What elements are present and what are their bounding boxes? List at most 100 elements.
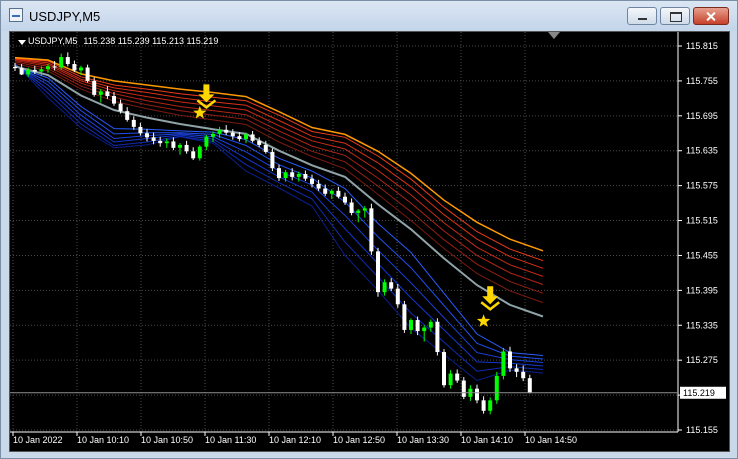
candle-body	[59, 57, 64, 68]
candle-body	[461, 380, 466, 397]
candle-body	[356, 210, 361, 213]
close-button[interactable]	[693, 7, 729, 25]
candle-body	[435, 321, 440, 353]
ema-fast-line	[14, 65, 544, 356]
price-tick-label: 115.275	[686, 355, 718, 365]
candle-body	[112, 96, 116, 104]
candle-body	[72, 64, 77, 71]
candle-body	[125, 111, 130, 120]
candle-body	[26, 69, 31, 75]
candle-body	[521, 371, 526, 379]
time-tick-label: 10 Jan 12:50	[333, 435, 385, 445]
ema-fast-line	[14, 65, 544, 360]
price-tick-label: 115.395	[686, 285, 718, 295]
candle-body	[211, 133, 215, 137]
candle-body	[428, 321, 433, 328]
candle-body	[105, 91, 110, 97]
candle-body	[527, 378, 532, 393]
price-tick-label: 115.755	[686, 76, 718, 86]
candle-body	[191, 151, 196, 159]
candle-body	[422, 327, 427, 332]
candle-body	[92, 80, 97, 95]
window-title: USDJPY,M5	[29, 9, 101, 24]
candlestick-chart[interactable]: 115.815 115.755 115.695 115.635 115.575 115.5…	[10, 32, 729, 451]
candle-body	[514, 368, 519, 372]
candle-body	[395, 288, 400, 305]
candle-body	[32, 69, 37, 72]
candle-body	[494, 375, 499, 401]
price-tick-label: 115.815	[686, 41, 718, 51]
candle-body	[257, 140, 262, 145]
ema-fast-line	[14, 64, 544, 367]
candle-body	[303, 174, 308, 179]
time-tick-label: 10 Jan 10:50	[141, 435, 193, 445]
candle-body	[118, 103, 123, 112]
candle-body	[171, 141, 176, 148]
candle-body	[158, 140, 163, 144]
candle-body	[39, 69, 44, 72]
candle-body	[376, 251, 380, 293]
candle-body	[290, 172, 295, 177]
current-price-label: 115.219	[683, 388, 715, 398]
maximize-button[interactable]	[660, 7, 690, 25]
candle-body	[277, 168, 281, 179]
price-tick-label: 115.155	[686, 425, 718, 435]
candle-body	[442, 352, 446, 386]
candle-body	[237, 136, 242, 140]
candle-body	[475, 388, 479, 401]
candle-body	[178, 144, 182, 148]
time-tick-label: 10 Jan 14:10	[461, 435, 513, 445]
price-tick-label: 115.575	[686, 181, 718, 191]
time-tick-label: 10 Jan 13:30	[397, 435, 449, 445]
candle-body	[197, 146, 202, 159]
sell-arrow-icon	[198, 84, 215, 103]
candle-body	[250, 134, 255, 141]
time-tick-label: 10 Jan 10:10	[77, 435, 129, 445]
price-tick-label: 115.635	[686, 146, 718, 156]
chart-window: USDJPY,M5 115.815 115.755 115.695 115.635 11…	[0, 0, 738, 459]
candle-body	[184, 144, 189, 152]
chart-info: USDJPY,M5 115.238 115.239 115.213 115.219	[28, 36, 218, 46]
candle-body	[204, 136, 209, 147]
candle-body	[455, 373, 460, 381]
candle-body	[323, 188, 328, 194]
candle-body	[283, 172, 288, 179]
price-chart[interactable]: 115.815 115.755 115.695 115.635 115.575 115.5…	[9, 31, 730, 452]
time-tick-label: 10 Jan 11:30	[205, 435, 256, 445]
candle-body	[151, 137, 156, 141]
candle-body	[343, 196, 347, 203]
candle-body	[98, 91, 103, 95]
title-bar[interactable]: USDJPY,M5	[1, 1, 737, 31]
time-tick-label: 10 Jan 12:10	[269, 435, 321, 445]
price-tick-label: 115.335	[686, 320, 718, 330]
candle-body	[382, 282, 387, 293]
time-tick-label: 10 Jan 2022	[13, 435, 63, 445]
candle-body	[244, 134, 248, 140]
chart-shift-marker-icon[interactable]	[548, 32, 560, 39]
candle-body	[336, 190, 341, 197]
price-tick-label: 115.515	[686, 216, 718, 226]
symbol-menu-triangle-icon[interactable]	[18, 40, 26, 45]
candle-body	[263, 144, 268, 152]
candle-body	[481, 400, 486, 411]
signal-star-icon	[193, 105, 207, 119]
candle-body	[362, 208, 367, 211]
candle-body	[501, 351, 506, 376]
candle-body	[138, 126, 143, 134]
candle-body	[508, 351, 512, 369]
minimize-button[interactable]	[627, 7, 657, 25]
candle-body	[369, 208, 374, 252]
price-tick-label: 115.455	[686, 250, 718, 260]
time-tick-label: 10 Jan 14:50	[525, 435, 577, 445]
candle-body	[488, 400, 493, 411]
price-tick-label: 115.695	[686, 111, 718, 121]
candle-body	[52, 66, 57, 68]
ema-mid-line	[14, 65, 544, 318]
chart-window-icon	[9, 8, 23, 22]
candle-body	[329, 190, 334, 194]
candle-body	[415, 320, 420, 332]
candle-body	[224, 129, 229, 133]
candle-body	[310, 178, 314, 184]
chart-ohlc: 115.238 115.239 115.213 115.219	[83, 36, 219, 46]
candle-body	[296, 174, 301, 177]
